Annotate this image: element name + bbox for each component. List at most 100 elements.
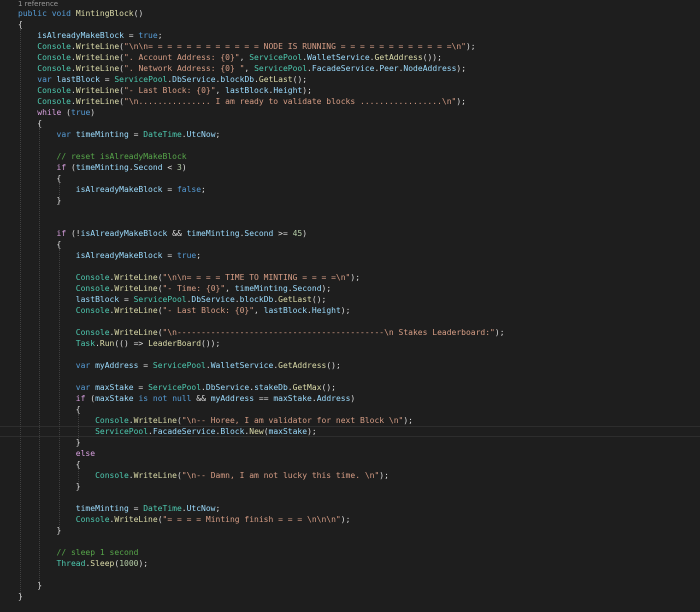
- code-line[interactable]: if (timeMinting.Second < 3): [18, 162, 505, 173]
- code-line[interactable]: Console.WriteLine("\n-- Horee, I am vali…: [18, 415, 505, 426]
- code-line[interactable]: [18, 492, 505, 503]
- code-token: Console: [75, 284, 110, 293]
- code-token: while: [37, 108, 62, 117]
- code-token: Thread: [56, 559, 86, 568]
- code-line[interactable]: // sleep 1 second: [18, 547, 505, 558]
- code-line[interactable]: ServicePool.FacadeService.Block.New(maxS…: [18, 426, 505, 437]
- code-lines[interactable]: public void MintingBlock(){ isAlreadyMak…: [18, 8, 505, 602]
- code-line[interactable]: if (maxStake is not null && myAddress ==…: [18, 393, 505, 404]
- code-line[interactable]: while (true): [18, 107, 505, 118]
- code-token: Peer: [379, 64, 399, 73]
- code-line[interactable]: [18, 349, 505, 360]
- code-token: "\n-------------------------------------…: [162, 328, 495, 337]
- code-line[interactable]: }: [18, 591, 505, 602]
- code-token: Console: [75, 328, 110, 337]
- code-token: lastBlock: [56, 75, 100, 84]
- code-line[interactable]: Console.WriteLine(". Account Address: {0…: [18, 52, 505, 63]
- code-line[interactable]: Console.WriteLine("- Time: {0}", timeMin…: [18, 283, 505, 294]
- code-line[interactable]: }: [18, 525, 505, 536]
- code-token: (() =>: [114, 339, 149, 348]
- code-line[interactable]: var maxStake = ServicePool.DbService.sta…: [18, 382, 505, 393]
- code-token: WriteLine: [114, 328, 158, 337]
- code-line[interactable]: Console.WriteLine("- Last Block: {0}", l…: [18, 305, 505, 316]
- code-line[interactable]: }: [18, 580, 505, 591]
- code-token: stakeDb: [254, 383, 288, 392]
- code-line[interactable]: else: [18, 448, 505, 459]
- code-line[interactable]: {: [18, 19, 505, 30]
- code-token: void: [51, 9, 71, 18]
- code-token: WriteLine: [114, 273, 158, 282]
- code-line[interactable]: [18, 371, 505, 382]
- code-line[interactable]: {: [18, 459, 505, 470]
- code-line[interactable]: {: [18, 118, 505, 129]
- code-line[interactable]: [18, 536, 505, 547]
- code-line[interactable]: [18, 316, 505, 327]
- code-line[interactable]: Console.WriteLine("- Last Block: {0}", l…: [18, 85, 505, 96]
- code-token: ): [90, 108, 96, 117]
- code-line[interactable]: }: [18, 195, 505, 206]
- code-line[interactable]: var lastBlock = ServicePool.DbService.bl…: [18, 74, 505, 85]
- code-token: {: [18, 174, 62, 183]
- code-line[interactable]: [18, 261, 505, 272]
- code-token: ServicePool: [148, 383, 202, 392]
- code-line[interactable]: timeMinting = DateTime.UtcNow;: [18, 503, 505, 514]
- code-token: Run: [99, 339, 115, 348]
- code-line[interactable]: Thread.Sleep(1000);: [18, 558, 505, 569]
- code-token: false: [176, 185, 202, 194]
- code-token: ". Network Address: {0} ": [124, 64, 245, 73]
- code-line[interactable]: isAlreadyMakeBlock = false;: [18, 184, 505, 195]
- code-token: UtcNow: [186, 130, 216, 139]
- code-line[interactable]: Console.WriteLine("\n\n= = = = TIME TO M…: [18, 272, 505, 283]
- code-line[interactable]: [18, 140, 505, 151]
- code-line[interactable]: {: [18, 239, 505, 250]
- code-token: Task: [75, 339, 96, 348]
- code-line[interactable]: public void MintingBlock(): [18, 8, 505, 19]
- code-token: public: [18, 9, 47, 18]
- code-line[interactable]: Console.WriteLine("\n............... I a…: [18, 96, 505, 107]
- code-line[interactable]: Task.Run(() => LeaderBoard());: [18, 338, 505, 349]
- code-line[interactable]: isAlreadyMakeBlock = true;: [18, 30, 505, 41]
- code-line[interactable]: lastBlock = ServicePool.DbService.blockD…: [18, 294, 505, 305]
- code-line[interactable]: {: [18, 404, 505, 415]
- code-token: ,: [215, 86, 226, 95]
- code-token: Console: [75, 515, 110, 524]
- code-token: =: [119, 295, 134, 304]
- code-token: WalletService: [307, 53, 370, 62]
- code-line[interactable]: Console.WriteLine("\n-------------------…: [18, 327, 505, 338]
- code-line[interactable]: var myAddress = ServicePool.WalletServic…: [18, 360, 505, 371]
- code-line[interactable]: Console.WriteLine("\n-- Damn, I am not l…: [18, 470, 505, 481]
- code-line[interactable]: Console.WriteLine("= = = = Minting finis…: [18, 514, 505, 525]
- code-line[interactable]: [18, 206, 505, 217]
- code-token: Height: [311, 306, 341, 315]
- code-token: WriteLine: [133, 416, 177, 425]
- code-token: true: [176, 251, 197, 260]
- code-line[interactable]: var timeMinting = DateTime.UtcNow;: [18, 129, 505, 140]
- code-editor[interactable]: 1 reference public void MintingBlock(){ …: [0, 0, 700, 612]
- code-line[interactable]: isAlreadyMakeBlock = true;: [18, 250, 505, 261]
- codelens-references[interactable]: 1 reference: [18, 0, 58, 8]
- code-line[interactable]: // reset isAlreadyMakeBlock: [18, 151, 505, 162]
- code-token: DbService: [191, 295, 235, 304]
- code-token: blockDb: [220, 75, 255, 84]
- code-token: isAlreadyMakeBlock: [75, 185, 163, 194]
- code-token: );: [138, 559, 149, 568]
- code-token: <: [162, 163, 177, 172]
- code-line[interactable]: Console.WriteLine("\n\n= = = = = = = = =…: [18, 41, 505, 52]
- code-token: New: [249, 427, 264, 436]
- code-line[interactable]: }: [18, 437, 505, 448]
- code-line[interactable]: [18, 217, 505, 228]
- code-line[interactable]: }: [18, 481, 505, 492]
- code-token: );: [307, 427, 317, 436]
- code-token: var: [75, 383, 91, 392]
- code-line[interactable]: {: [18, 173, 505, 184]
- code-line[interactable]: if (!isAlreadyMakeBlock && timeMinting.S…: [18, 228, 505, 239]
- code-line[interactable]: Console.WriteLine(". Network Address: {0…: [18, 63, 505, 74]
- code-line[interactable]: [18, 569, 505, 580]
